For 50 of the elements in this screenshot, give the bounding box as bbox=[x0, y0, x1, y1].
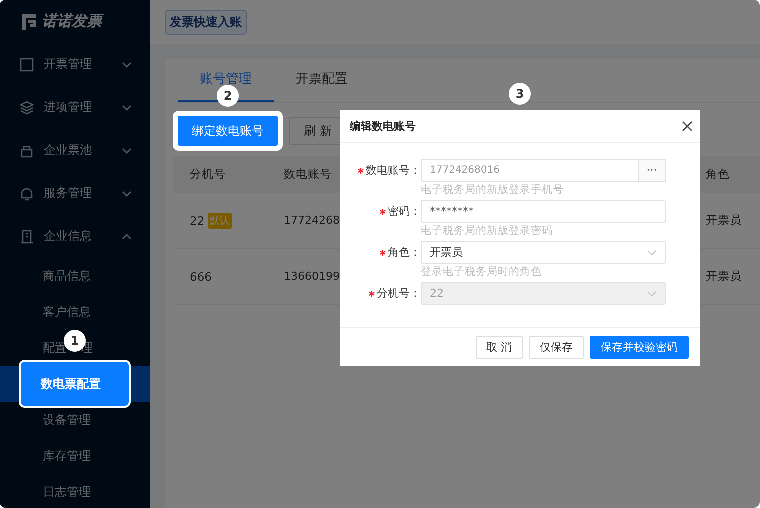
field-label: 密码： bbox=[388, 204, 421, 219]
sidebar-item[interactable]: 服务管理 bbox=[0, 172, 150, 215]
table-cell: 666 bbox=[190, 270, 212, 284]
sidebar-item[interactable]: 商品信息 bbox=[43, 268, 91, 284]
logo-text: 诺诺发票 bbox=[42, 12, 102, 31]
table-cell: 开票员 bbox=[706, 269, 742, 283]
dialog-title: 编辑数电账号 bbox=[350, 118, 416, 134]
field-label: 角色： bbox=[388, 245, 421, 260]
dialog-button[interactable]: 保存并校验密码 bbox=[590, 336, 689, 358]
field-hint: 登录电子税务局时的角色 bbox=[421, 265, 543, 280]
column-header: 分机号 bbox=[190, 167, 226, 182]
close-icon[interactable] bbox=[682, 120, 693, 132]
column-header: 数电账号 bbox=[284, 167, 332, 181]
dialog-button[interactable]: 取 消 bbox=[476, 336, 523, 358]
quick-entry-button[interactable]: 发票快速入账 bbox=[165, 10, 247, 34]
sidebar-item[interactable]: 设备管理 bbox=[43, 412, 91, 428]
bind-account-button[interactable]: 绑定数电账号 bbox=[178, 116, 278, 146]
sidebar-item[interactable]: 数电票配置 bbox=[19, 360, 131, 408]
column-header: 角色 bbox=[706, 167, 730, 181]
account-field[interactable]: 17724268016 bbox=[421, 159, 639, 182]
field-label: 数电账号： bbox=[366, 163, 421, 178]
more-button[interactable]: ··· bbox=[639, 159, 666, 182]
sidebar-item[interactable]: 进项管理 bbox=[0, 86, 150, 129]
table-cell: 开票员 bbox=[706, 213, 742, 227]
sidebar-item[interactable]: 库存管理 bbox=[43, 448, 91, 464]
sidebar-item[interactable]: 客户信息 bbox=[43, 304, 91, 320]
menu-icon bbox=[20, 100, 34, 114]
menu-icon bbox=[20, 230, 34, 244]
field-hint: 电子税务局的新版登录手机号 bbox=[421, 183, 565, 198]
chevron-icon bbox=[647, 250, 657, 256]
password-field[interactable]: ******** bbox=[421, 200, 666, 223]
dialog-button[interactable]: 仅保存 bbox=[529, 336, 584, 358]
table-cell: 17724268 bbox=[284, 214, 340, 227]
select-field[interactable]: 开票员 bbox=[421, 241, 666, 264]
menu-icon bbox=[20, 186, 34, 200]
table-cell: 13660199 bbox=[284, 270, 340, 283]
sidebar-item[interactable]: 开票管理 bbox=[0, 43, 150, 86]
sidebar-item[interactable]: 企业信息 bbox=[0, 215, 150, 258]
field-label: 分机号： bbox=[377, 286, 421, 301]
sidebar-item[interactable]: 配置 bbox=[43, 340, 67, 356]
field-hint: 电子税务局的新版登录密码 bbox=[421, 224, 554, 239]
tab[interactable]: 开票配置 bbox=[274, 59, 370, 102]
menu-icon bbox=[20, 144, 34, 158]
sidebar-item[interactable]: 日志管理 bbox=[43, 484, 91, 500]
chevron-icon bbox=[647, 290, 657, 296]
menu-icon bbox=[20, 58, 34, 72]
default-tag: 默认 bbox=[208, 212, 232, 228]
table-cell: 22 bbox=[190, 214, 205, 228]
logo-icon bbox=[21, 12, 37, 30]
sidebar-item[interactable]: 企业票池 bbox=[0, 129, 150, 172]
